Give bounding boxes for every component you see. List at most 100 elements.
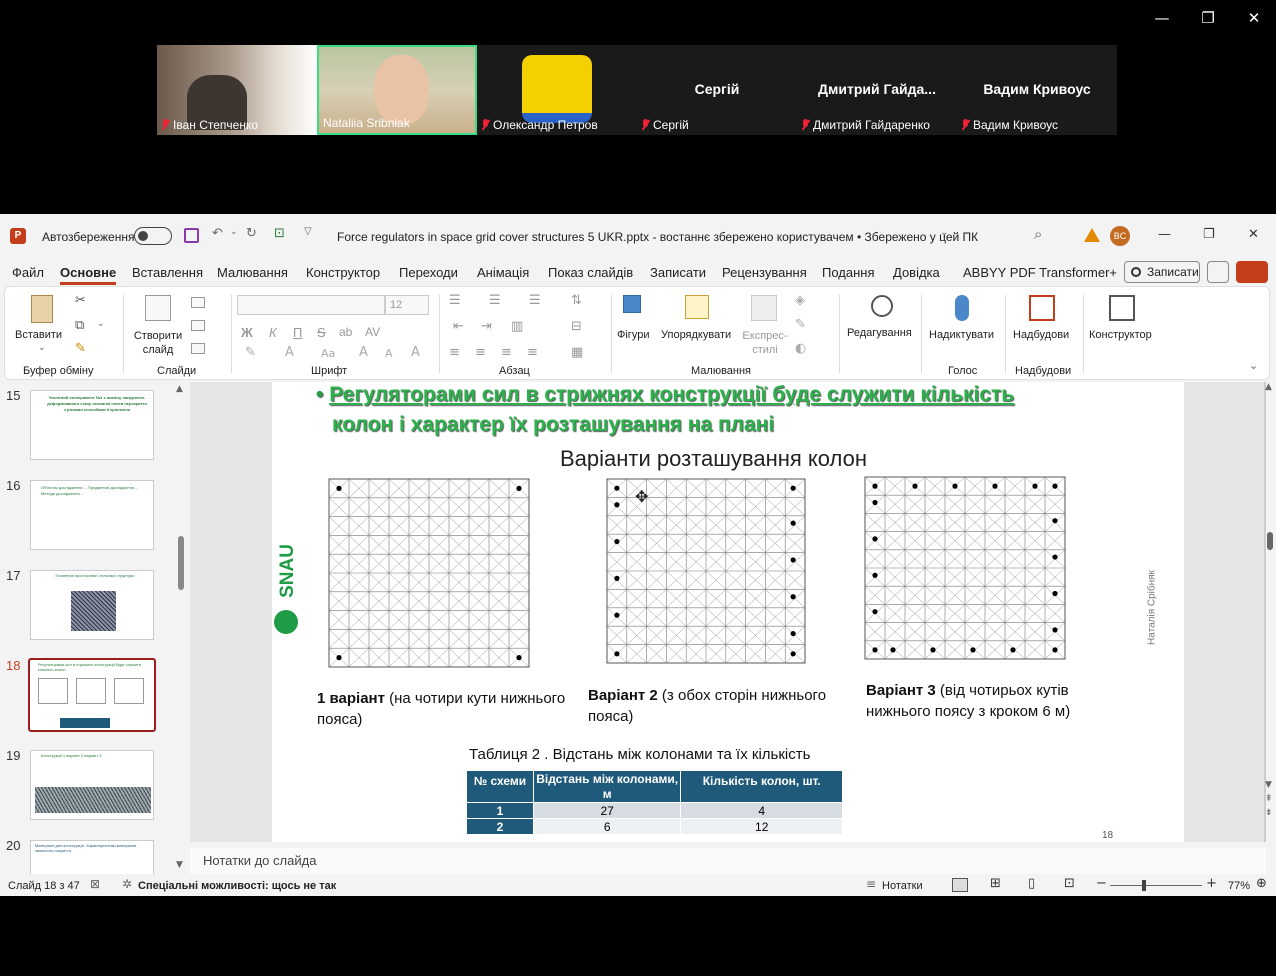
tab-transitions[interactable]: Переходи: [399, 265, 458, 280]
bold-button[interactable]: Ж: [241, 325, 253, 340]
arrange-icon[interactable]: [685, 295, 709, 319]
highlight-icon[interactable]: ✎: [245, 345, 256, 360]
arrange-button[interactable]: Упорядкувати: [661, 329, 731, 341]
char-spacing-button[interactable]: AV: [365, 325, 380, 339]
tab-record[interactable]: Записати: [650, 265, 706, 280]
zoom-slider[interactable]: [1110, 885, 1202, 886]
normal-view-icon[interactable]: [952, 878, 968, 892]
accessibility-status[interactable]: Спеціальні можливості: щось не так: [138, 880, 336, 892]
tab-draw[interactable]: Малювання: [217, 265, 288, 280]
font-color-icon[interactable]: A: [285, 345, 294, 360]
copy-icon[interactable]: ⧉: [75, 318, 84, 333]
thumbnail-slide-17[interactable]: Геометрія просторової стільової структур…: [30, 570, 154, 640]
notes-pane[interactable]: Нотатки до слайда: [190, 848, 1266, 874]
scroll-up-icon[interactable]: ▲: [1265, 382, 1272, 392]
notes-icon[interactable]: ≡: [866, 877, 876, 891]
line-spacing-icon[interactable]: ☰: [529, 293, 541, 308]
zoom-out-icon[interactable]: −: [1096, 876, 1107, 891]
copy-dropdown-icon[interactable]: ⌄: [97, 319, 105, 329]
numbering-icon[interactable]: ☰: [489, 293, 501, 308]
shape-fill-icon[interactable]: ◈: [795, 293, 805, 308]
reset-slide-icon[interactable]: [191, 320, 205, 331]
font-size-select[interactable]: 12: [385, 295, 429, 315]
dictate-button[interactable]: Надиктувати: [929, 329, 994, 341]
participant-tile-6[interactable]: Вадим Кривоус Вадим Кривоус: [957, 45, 1117, 135]
customize-toolbar-icon[interactable]: ▽: [304, 226, 312, 237]
paste-dropdown-icon[interactable]: ⌄: [38, 343, 46, 353]
cut-icon[interactable]: ✂: [75, 293, 86, 308]
align-left-icon[interactable]: ≡: [449, 345, 460, 360]
redo-icon[interactable]: ↻: [246, 226, 257, 241]
thumbnail-slide-20[interactable]: Матеріали для конструкції. Характеристик…: [30, 840, 154, 874]
tab-design[interactable]: Конструктор: [306, 265, 380, 280]
section-icon[interactable]: [191, 343, 205, 354]
find-icon[interactable]: [871, 295, 893, 317]
previous-slide-icon[interactable]: ⇞: [1265, 794, 1273, 804]
quick-styles-button[interactable]: Експрес-стилі: [737, 329, 793, 357]
increase-indent-icon[interactable]: ⇥: [481, 319, 492, 334]
title-dropdown-icon[interactable]: ⌄: [940, 227, 948, 238]
thumbnail-slide-19[interactable]: Конструкції 1 варіант 2 варіант 3: [30, 750, 154, 820]
text-direction-icon[interactable]: ⇅: [571, 293, 582, 308]
tab-view[interactable]: Подання: [822, 265, 875, 280]
slideshow-icon[interactable]: ⊡: [1064, 876, 1075, 891]
autosave-toggle[interactable]: [134, 227, 172, 245]
shapes-button[interactable]: Фігури: [617, 329, 649, 341]
comments-icon[interactable]: [1207, 261, 1229, 283]
accessibility-icon[interactable]: ✲: [122, 877, 132, 891]
columns-icon[interactable]: ▥: [511, 319, 523, 334]
paste-icon[interactable]: [31, 295, 53, 323]
next-slide-icon[interactable]: ⇟: [1265, 808, 1273, 818]
participant-tile-1[interactable]: Іван Степченко: [157, 45, 317, 135]
tab-animations[interactable]: Анімація: [477, 265, 529, 280]
shapes-icon[interactable]: [623, 295, 641, 313]
fit-to-window-icon[interactable]: ⊕: [1256, 876, 1267, 891]
designer-button[interactable]: Конструктор: [1089, 329, 1152, 341]
scroll-thumb[interactable]: [178, 536, 184, 590]
reading-view-icon[interactable]: ▯: [1028, 876, 1035, 891]
shape-outline-icon[interactable]: ✎: [795, 317, 806, 332]
tab-slideshow[interactable]: Показ слайдів: [548, 265, 633, 280]
restore-icon[interactable]: ❐: [1203, 227, 1215, 242]
document-title[interactable]: Force regulators in space grid cover str…: [337, 230, 978, 244]
justify-icon[interactable]: ≡: [527, 345, 538, 360]
change-case-icon[interactable]: Aa: [321, 347, 335, 360]
zoom-slider-thumb[interactable]: [1142, 880, 1146, 891]
tab-home[interactable]: Основне: [60, 265, 117, 285]
record-button[interactable]: Записати: [1124, 261, 1200, 283]
share-icon[interactable]: [1236, 261, 1268, 283]
save-icon[interactable]: [184, 228, 199, 243]
slide-sorter-icon[interactable]: ⊞: [990, 876, 1001, 891]
align-text-icon[interactable]: ⊟: [571, 319, 582, 334]
decrease-indent-icon[interactable]: ⇤: [453, 319, 464, 334]
paste-button[interactable]: Вставити: [15, 329, 62, 341]
font-family-select[interactable]: [237, 295, 385, 315]
zoom-level[interactable]: 77%: [1228, 880, 1250, 892]
thumbnail-slide-15[interactable]: Числений експеримент №1 з аналізу напруж…: [30, 390, 154, 460]
notes-toggle[interactable]: Нотатки: [882, 880, 923, 892]
zoom-in-icon[interactable]: +: [1206, 876, 1217, 891]
user-avatar[interactable]: BC: [1110, 226, 1130, 246]
scroll-down-icon[interactable]: ▼: [176, 860, 183, 870]
clear-format-icon[interactable]: A: [411, 345, 420, 360]
editing-button[interactable]: Редагування: [847, 327, 912, 339]
shape-effects-icon[interactable]: ◐: [795, 341, 806, 356]
tab-file[interactable]: Файл: [12, 265, 44, 280]
scroll-down-icon[interactable]: ▼: [1265, 780, 1272, 790]
warning-icon[interactable]: [1084, 228, 1100, 242]
smartart-icon[interactable]: ▦: [571, 345, 583, 360]
decrease-font-icon[interactable]: A: [385, 347, 393, 360]
minimize-icon[interactable]: —: [1158, 227, 1171, 242]
undo-icon[interactable]: ↶: [212, 226, 223, 241]
meeting-close-button[interactable]: ✕: [1244, 8, 1264, 28]
align-center-icon[interactable]: ≡: [475, 345, 486, 360]
participant-tile-5[interactable]: Дмитрий Гайда... Дмитрий Гайдаренко: [797, 45, 957, 135]
designer-icon[interactable]: [1109, 295, 1135, 321]
scroll-up-icon[interactable]: ▲: [176, 384, 183, 394]
new-slide-button[interactable]: Створити слайд: [129, 329, 187, 357]
participant-tile-3[interactable]: Олександр Петров: [477, 45, 637, 135]
thumbnail-scrollbar[interactable]: ▲ ▼: [176, 384, 186, 872]
tab-help[interactable]: Довідка: [893, 265, 940, 280]
shadow-button[interactable]: ab: [339, 325, 352, 339]
slide-canvas[interactable]: • Регуляторами сил в стрижнях конструкці…: [272, 382, 1184, 842]
